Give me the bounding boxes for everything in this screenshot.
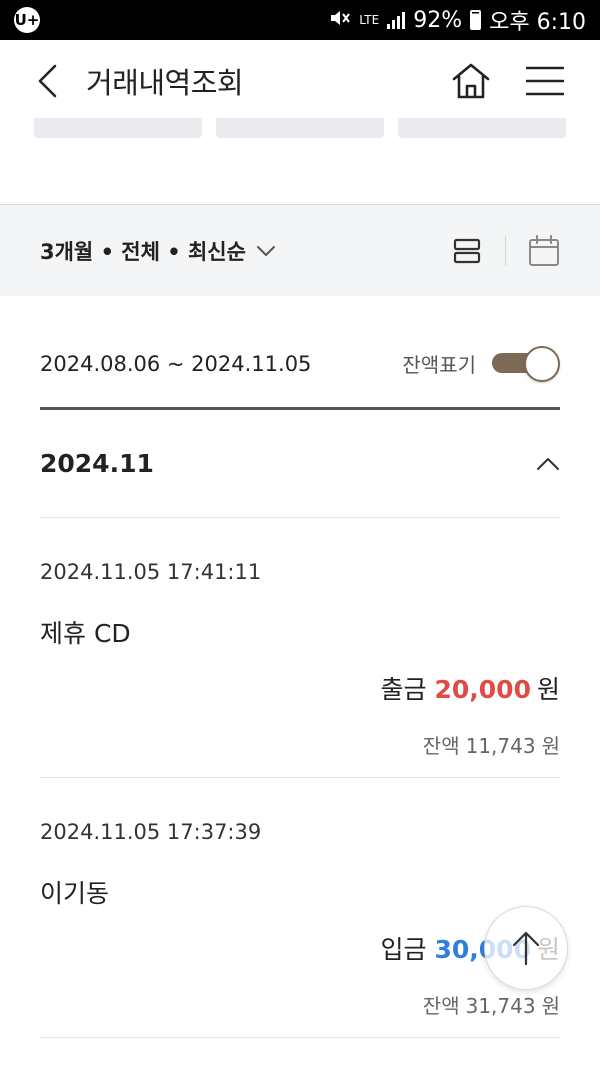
arrow-up-icon: [512, 931, 540, 966]
balance-toggle[interactable]: [490, 346, 560, 382]
balance-currency: 원: [541, 734, 560, 758]
transaction-amount-value: 20,000: [434, 675, 531, 704]
battery-percent: 92%: [413, 7, 463, 33]
chevron-up-icon: [537, 457, 559, 470]
chevron-down-icon: [256, 245, 275, 256]
header-actions: [450, 61, 564, 101]
transaction-type: 출금: [380, 675, 427, 704]
status-time: 오후 6:10: [489, 10, 586, 35]
filter-divider: [505, 235, 506, 266]
mute-icon: [329, 8, 351, 33]
balance-toggle-group: 잔액표기: [402, 346, 560, 382]
filter-dropdown[interactable]: 3개월 • 전체 • 최신순: [40, 236, 276, 266]
hamburger-menu-icon: [526, 66, 564, 96]
carrier-logo-icon: U+: [14, 7, 40, 33]
back-button[interactable]: [36, 61, 70, 101]
period-range: 2024.08.06 ~ 2024.11.05: [40, 352, 312, 376]
transaction-balance: 잔액 11,743 원: [423, 730, 560, 759]
transaction-amount: 출금 20,000 원: [380, 670, 560, 706]
chevron-left-icon: [38, 64, 57, 98]
filter-bar: 3개월 • 전체 • 최신순: [0, 204, 600, 296]
app-header: 거래내역조회: [0, 40, 600, 122]
balance-value: 11,743: [465, 734, 536, 758]
filter-summary: 3개월 • 전체 • 최신순: [40, 239, 246, 264]
list-view-icon: [453, 238, 481, 263]
transaction-datetime: 2024.11.05 17:41:11: [40, 560, 262, 584]
calendar-icon: [529, 234, 559, 266]
status-bar-right: LTE 92% 오후 6:10: [329, 4, 586, 36]
home-icon: [452, 63, 490, 99]
transaction-item[interactable]: 2024.11.05 17:37:39 이기동 입금30,000원 잔액31,7…: [40, 778, 560, 1038]
home-button[interactable]: [450, 61, 492, 101]
signal-icon: [387, 11, 406, 29]
transaction-balance: 잔액 31,743 원: [423, 990, 560, 1019]
transaction-type: 입금: [380, 935, 427, 964]
month-header: 2024.11: [40, 410, 560, 518]
transaction-name: 이기동: [40, 879, 110, 908]
balance-label: 잔액: [422, 994, 460, 1018]
collapse-button[interactable]: [536, 457, 560, 471]
balance-toggle-label: 잔액표기: [402, 352, 476, 377]
toggle-knob: [524, 346, 560, 382]
status-bar-left: U+: [14, 7, 40, 33]
transaction-item[interactable]: 2024.11.05 17:41:11 제휴 CD 출금 20,000 원 잔액 11…: [40, 518, 560, 778]
view-toggle-button[interactable]: [453, 238, 481, 264]
calendar-button[interactable]: [528, 234, 560, 267]
menu-button[interactable]: [526, 65, 564, 97]
month-label: 2024.11: [40, 449, 154, 478]
status-bar: U+ LTE 92% 오후 6:10: [0, 0, 600, 40]
transaction-datetime: 2024.11.05 17:37:39: [40, 820, 262, 844]
page-title: 거래내역조회: [86, 66, 244, 100]
transaction-currency: 원: [536, 675, 560, 704]
balance-currency: 원: [541, 994, 560, 1018]
lte-indicator: LTE: [359, 13, 380, 27]
transaction-name: 제휴 CD: [40, 619, 131, 648]
scroll-to-top-button[interactable]: [484, 906, 568, 990]
battery-icon: [470, 10, 482, 30]
period-row: 2024.08.06 ~ 2024.11.05 잔액표기: [40, 342, 560, 410]
filter-actions: [453, 234, 560, 267]
balance-label: 잔액: [422, 734, 460, 758]
balance-value: 31,743: [465, 994, 536, 1018]
